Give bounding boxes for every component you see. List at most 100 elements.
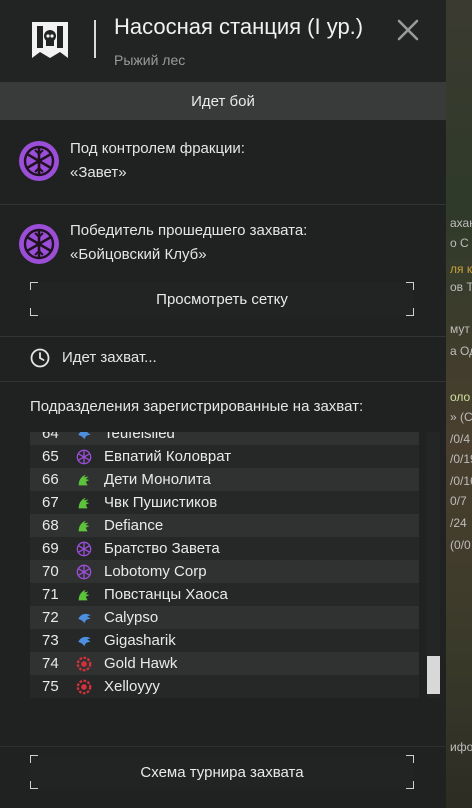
unit-rank: 70 <box>42 563 59 580</box>
button-corner <box>30 308 38 316</box>
unit-row[interactable]: 68 Defiance <box>30 514 419 537</box>
header-divider <box>94 20 96 58</box>
capture-status-row: Идет захват... <box>0 337 446 381</box>
capture-status-text: Идет захват... <box>62 349 157 366</box>
controlling-label: Под контролем фракции: <box>70 140 245 157</box>
backdrop-text: /0/19 <box>450 452 472 466</box>
last-winner-value: «Бойцовский Клуб» <box>70 246 207 263</box>
backdrop-text: оло <box>450 390 471 404</box>
unit-rank: 65 <box>42 448 59 465</box>
unit-name: Calypso <box>104 609 159 626</box>
units-list-content: 64 Teufelslied 65 Евпатий Коловрат 66 Дети Мо… <box>30 432 419 698</box>
button-corner <box>406 755 414 763</box>
purple-snowflake-icon <box>74 448 94 466</box>
unit-row[interactable]: 75 Xelloyyy <box>30 675 419 698</box>
unit-rank: 72 <box>42 609 59 626</box>
unit-name: Lobotomy Corp <box>104 563 207 580</box>
unit-row[interactable]: 69 Братство Завета <box>30 537 419 560</box>
green-dragon-icon <box>74 517 94 535</box>
unit-name: Xelloyyy <box>104 678 160 695</box>
unit-row[interactable]: 67 Чвк Пушистиков <box>30 491 419 514</box>
unit-rank: 75 <box>42 678 59 695</box>
unit-name: Teufelslied <box>104 432 175 442</box>
unit-name: Дети Монолита <box>104 471 211 488</box>
backdrop-text: (0/0 <box>450 538 471 552</box>
unit-row[interactable]: 66 Дети Монолита <box>30 468 419 491</box>
backdrop-text: ля к <box>450 262 472 276</box>
button-corner <box>406 308 414 316</box>
section-divider <box>0 746 446 747</box>
backdrop-text: ифо <box>450 740 472 754</box>
unit-rank: 67 <box>42 494 59 511</box>
unit-rank: 64 <box>42 432 59 442</box>
backdrop-text: » (С <box>450 410 472 424</box>
registered-units-title: Подразделения зарегистрированные на захв… <box>30 398 364 415</box>
unit-name: Евпатий Коловрат <box>104 448 232 465</box>
controlling-faction: Под контролем фракции: «Завет» <box>0 120 446 204</box>
unit-row[interactable]: 70 Lobotomy Corp <box>30 560 419 583</box>
unit-row[interactable]: 73 Gigasharik <box>30 629 419 652</box>
backdrop-text: ахан <box>450 216 472 230</box>
red-gear-icon <box>74 655 94 673</box>
backdrop-text: о С <box>450 236 469 250</box>
close-icon[interactable] <box>394 16 422 44</box>
backdrop-text: /0/4 <box>450 432 471 446</box>
blue-bird-icon <box>74 632 94 650</box>
unit-name: Братство Завета <box>104 540 220 557</box>
backdrop-text: /24 <box>450 516 467 530</box>
controlling-value: «Завет» <box>70 164 127 181</box>
green-dragon-icon <box>74 471 94 489</box>
backdrop-text: /0/16 <box>450 474 472 488</box>
backdrop-text: 0/7 <box>450 494 467 508</box>
green-dragon-icon <box>74 494 94 512</box>
green-dragon-icon <box>74 586 94 604</box>
button-corner <box>30 282 38 290</box>
unit-rank: 74 <box>42 655 59 672</box>
location-subtitle: Рыжий лес <box>114 52 186 68</box>
button-corner <box>406 282 414 290</box>
page-title: Насосная станция (I ур.) <box>114 14 364 39</box>
blue-bird-icon <box>74 432 94 443</box>
button-corner <box>30 781 38 789</box>
list-scroll-thumb[interactable] <box>427 656 440 694</box>
unit-name: Повстанцы Хаоса <box>104 586 228 603</box>
backdrop-text: мут <box>450 322 470 336</box>
unit-row[interactable]: 64 Teufelslied <box>30 432 419 445</box>
unit-row[interactable]: 74 Gold Hawk <box>30 652 419 675</box>
unit-rank: 69 <box>42 540 59 557</box>
unit-rank: 66 <box>42 471 59 488</box>
panel-header: Насосная станция (I ур.) Рыжий лес <box>0 0 446 82</box>
battle-status-bar: Идет бой <box>0 82 446 120</box>
list-scrollbar[interactable] <box>427 432 440 698</box>
backdrop-text: а Од <box>450 344 472 358</box>
purple-snowflake-icon <box>74 563 94 581</box>
tournament-scheme-label: Схема турнира захвата <box>140 763 304 781</box>
unit-row[interactable]: 65 Евпатий Коловрат <box>30 445 419 468</box>
game-backdrop: ахан о С ля к ов Т мут а Од оло » (С /0/… <box>446 0 472 808</box>
unit-row[interactable]: 71 Повстанцы Хаоса <box>30 583 419 606</box>
clock-icon <box>30 348 50 368</box>
unit-rank: 71 <box>42 586 59 603</box>
unit-rank: 68 <box>42 517 59 534</box>
tournament-scheme-button[interactable]: Схема турнира захвата <box>30 755 414 789</box>
skull-banner-icon <box>32 22 68 58</box>
red-gear-icon <box>74 678 94 696</box>
unit-row[interactable]: 72 Calypso <box>30 606 419 629</box>
section-divider <box>0 381 446 382</box>
view-bracket-label: Просмотреть сетку <box>156 290 288 308</box>
purple-snowflake-icon <box>19 141 59 181</box>
unit-rank: 73 <box>42 632 59 649</box>
capture-point-panel: Насосная станция (I ур.) Рыжий лес Идет … <box>0 0 446 808</box>
blue-bird-icon <box>74 609 94 627</box>
unit-name: Gold Hawk <box>104 655 178 672</box>
purple-snowflake-icon <box>74 540 94 558</box>
purple-snowflake-icon <box>19 224 59 264</box>
last-winner-label: Победитель прошедшего захвата: <box>70 222 308 239</box>
unit-name: Defiance <box>104 517 164 534</box>
button-corner <box>406 781 414 789</box>
unit-name: Gigasharik <box>104 632 176 649</box>
registered-units-list[interactable]: 64 Teufelslied 65 Евпатий Коловрат 66 Дети Мо… <box>30 432 440 698</box>
button-corner <box>30 755 38 763</box>
backdrop-text: ов Т <box>450 280 472 294</box>
view-bracket-button[interactable]: Просмотреть сетку <box>30 282 414 316</box>
